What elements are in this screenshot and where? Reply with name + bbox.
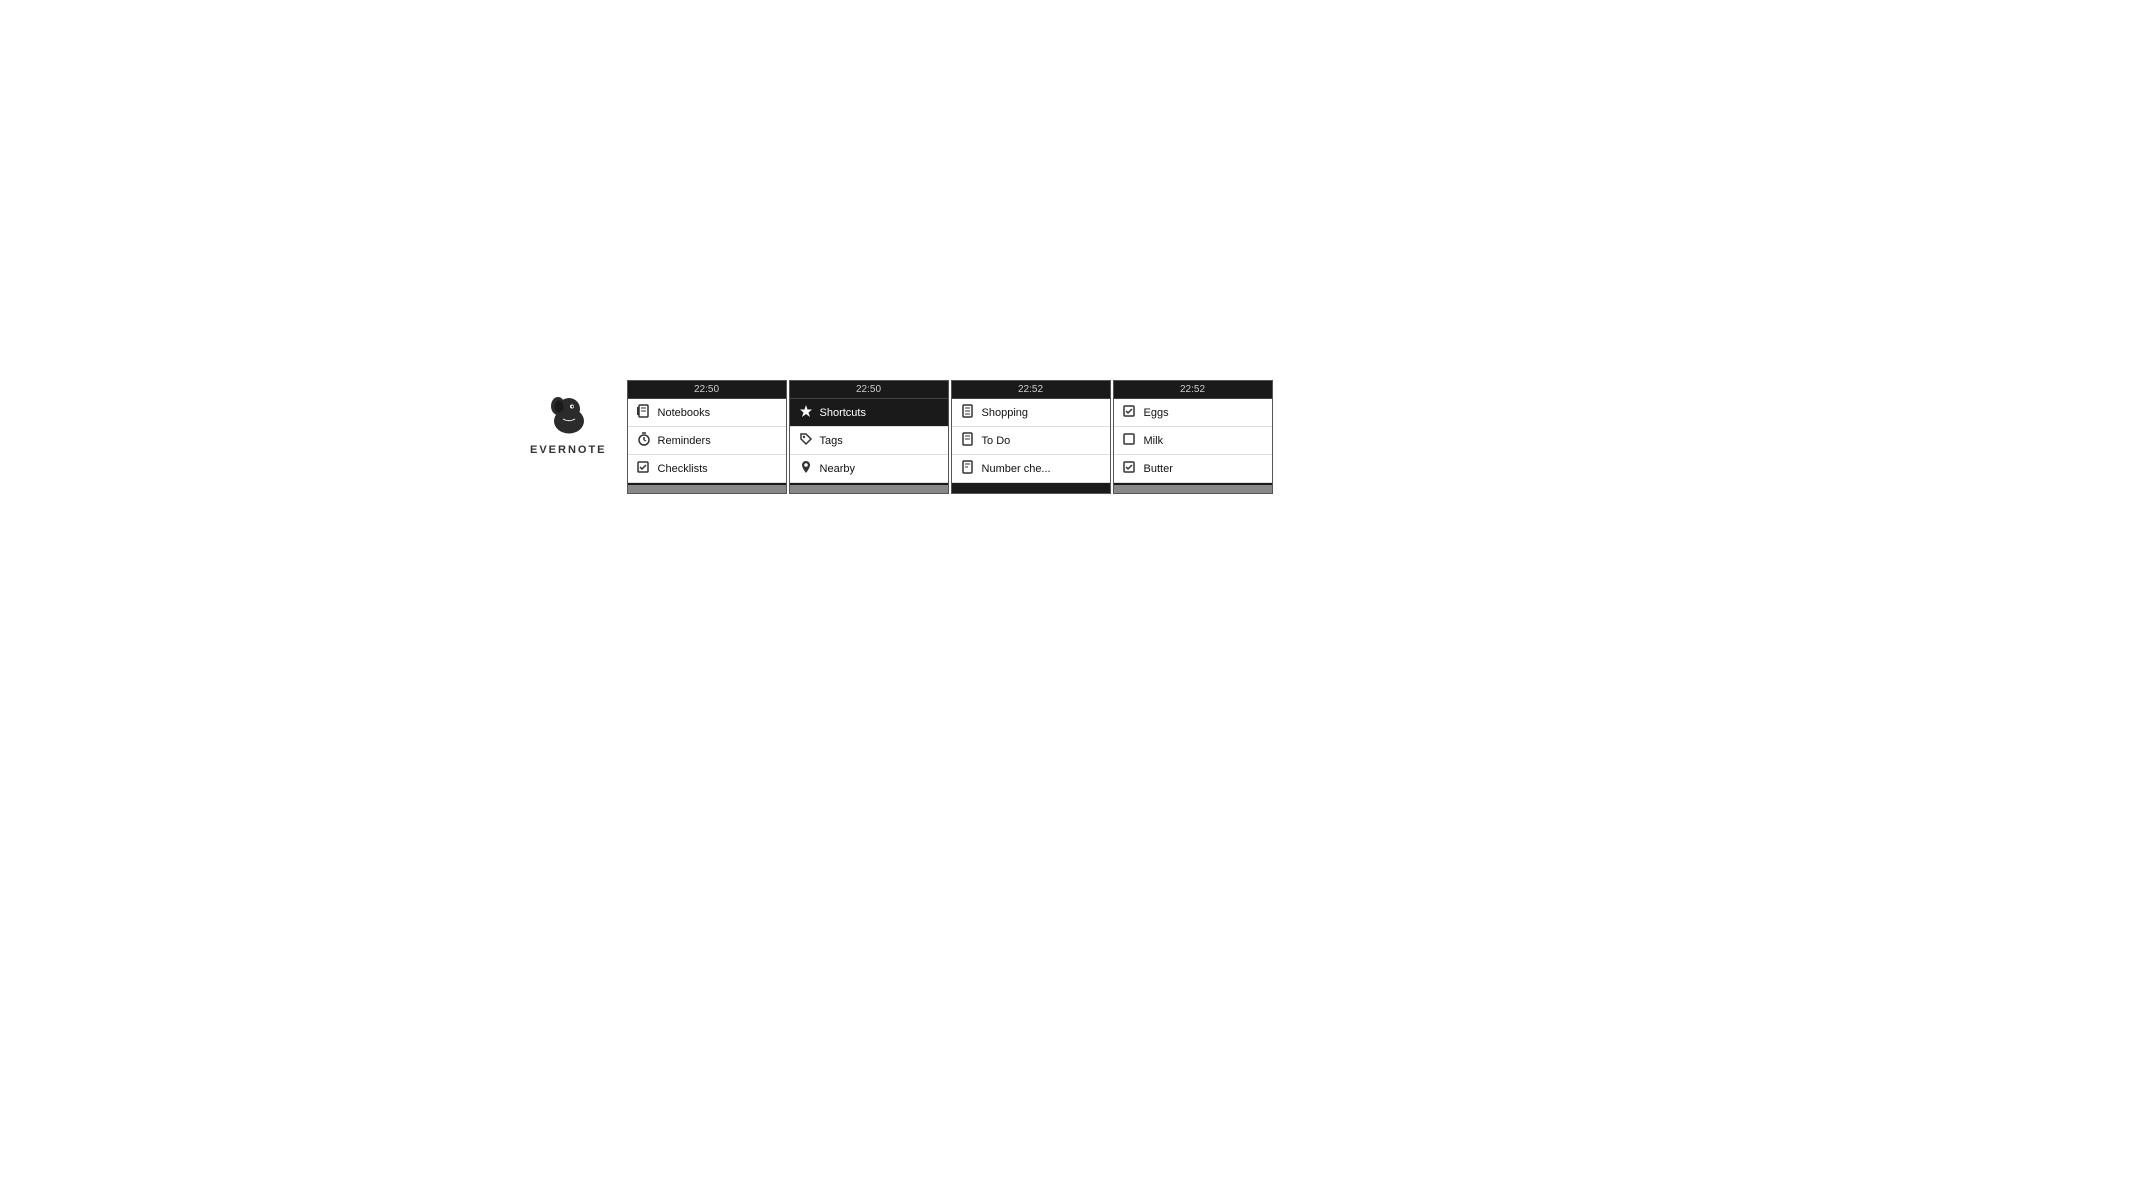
phone-screen-4: 22:52 Eggs Milk	[1113, 380, 1273, 494]
shopping-label: Shopping	[982, 407, 1029, 419]
nearby-label: Nearby	[820, 463, 855, 475]
numbercheck-label: Number che...	[982, 463, 1051, 475]
phone-screens-container: 22:50 Notebooks Reminders	[627, 380, 1273, 494]
numbercheck-icon	[960, 460, 976, 477]
screen-1-bottom-bar	[628, 485, 786, 493]
evernote-elephant-icon	[543, 390, 593, 440]
screen-4-time: 22:52	[1114, 381, 1272, 399]
screen-3-content: Shopping To Do Number che...	[952, 399, 1110, 483]
todo-label: To Do	[982, 435, 1011, 447]
screen-1-time: 22:50	[628, 381, 786, 399]
butter-icon	[1122, 460, 1138, 477]
notebook-icon	[636, 404, 652, 421]
menu-item-todo[interactable]: To Do	[952, 427, 1110, 455]
shopping-icon	[960, 404, 976, 421]
menu-item-notebooks[interactable]: Notebooks	[628, 399, 786, 427]
tags-label: Tags	[820, 435, 843, 447]
menu-item-butter[interactable]: Butter	[1114, 455, 1272, 483]
reminders-icon	[636, 432, 652, 449]
screen-3-time: 22:52	[952, 381, 1110, 399]
eggs-label: Eggs	[1144, 407, 1169, 419]
app-showcase: EVERNOTE 22:50 Notebooks Reminders	[530, 380, 1273, 494]
evernote-logo: EVERNOTE	[530, 390, 607, 456]
menu-item-shortcuts[interactable]: Shortcuts	[790, 399, 948, 427]
screen-2-content: Shortcuts Tags Nearby	[790, 399, 948, 483]
menu-item-nearby[interactable]: Nearby	[790, 455, 948, 483]
milk-icon	[1122, 432, 1138, 449]
screen-4-content: Eggs Milk Butter	[1114, 399, 1272, 483]
shortcuts-label: Shortcuts	[820, 407, 866, 419]
screen-2-time: 22:50	[790, 381, 948, 399]
phone-screen-2: 22:50 Shortcuts Tags	[789, 380, 949, 494]
menu-item-checklists[interactable]: Checklists	[628, 455, 786, 483]
menu-item-reminders[interactable]: Reminders	[628, 427, 786, 455]
reminders-label: Reminders	[658, 435, 711, 447]
tags-icon	[798, 432, 814, 449]
shortcuts-icon	[798, 404, 814, 421]
phone-screen-1: 22:50 Notebooks Reminders	[627, 380, 787, 494]
phone-screen-3: 22:52 Shopping To Do	[951, 380, 1111, 494]
evernote-label: EVERNOTE	[530, 444, 607, 456]
menu-item-numbercheck[interactable]: Number che...	[952, 455, 1110, 483]
milk-label: Milk	[1144, 435, 1164, 447]
todo-icon	[960, 432, 976, 449]
eggs-icon	[1122, 404, 1138, 421]
screen-4-bottom-bar	[1114, 485, 1272, 493]
menu-item-tags[interactable]: Tags	[790, 427, 948, 455]
screen-2-bottom-bar	[790, 485, 948, 493]
menu-item-eggs[interactable]: Eggs	[1114, 399, 1272, 427]
nearby-icon	[798, 460, 814, 477]
menu-item-shopping[interactable]: Shopping	[952, 399, 1110, 427]
menu-item-milk[interactable]: Milk	[1114, 427, 1272, 455]
screen-1-content: Notebooks Reminders Checklists	[628, 399, 786, 483]
notebooks-label: Notebooks	[658, 407, 711, 419]
checklists-icon	[636, 460, 652, 477]
butter-label: Butter	[1144, 463, 1173, 475]
checklists-label: Checklists	[658, 463, 708, 475]
